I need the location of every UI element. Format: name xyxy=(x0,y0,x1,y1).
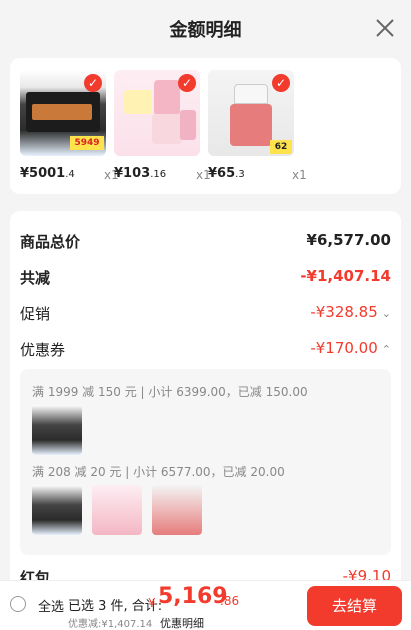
product-price: ¥103.16 xyxy=(114,166,167,181)
coupon-label: 优惠券 xyxy=(20,341,66,359)
check-icon: ✓ xyxy=(178,74,196,92)
price-tag: 62 xyxy=(270,140,292,154)
oven-mini-image xyxy=(32,485,82,535)
select-all-label[interactable]: 全选 xyxy=(38,596,64,615)
coupon-row[interactable]: 优惠券 -¥170.00 ⌃ xyxy=(20,339,391,363)
blender-product-image: ✓ xyxy=(114,70,200,156)
promo-row[interactable]: 促销 -¥328.85 ⌄ xyxy=(20,303,391,327)
close-icon[interactable] xyxy=(375,18,395,38)
chopper-mini-image xyxy=(152,485,202,535)
products-card: 5949 ✓ ¥5001.4 x1 ✓ ¥103.16 x1 62 ✓ ¥65.… xyxy=(10,58,401,194)
blender-mini-image xyxy=(92,485,142,535)
reduce-value: -¥1,407.14 xyxy=(300,267,391,285)
total-amount: 5,169 xyxy=(158,584,228,609)
chevron-up-icon: ⌃ xyxy=(381,343,391,356)
coupon-detail-box: 满 1999 减 150 元 | 小计 6399.00，已减 150.00 满 … xyxy=(20,369,391,555)
select-all-radio[interactable] xyxy=(10,596,26,612)
product-item[interactable]: 62 ✓ ¥65.3 x1 xyxy=(208,70,307,182)
reduce-row: 共减 -¥1,407.14 xyxy=(20,267,391,291)
goods-total-row: 商品总价 ¥6,577.00 xyxy=(20,231,391,255)
product-price: ¥5001.4 xyxy=(20,166,75,181)
oven-mini-image xyxy=(32,405,82,455)
promo-value: -¥328.85 ⌄ xyxy=(310,303,391,321)
chopper-product-image: 62 ✓ xyxy=(208,70,294,156)
checkout-button[interactable]: 去结算 xyxy=(307,586,402,626)
goods-total-value: ¥6,577.00 xyxy=(306,231,391,249)
price-tag: 5949 xyxy=(70,136,104,150)
coupon-value: -¥170.00 ⌃ xyxy=(310,339,391,357)
check-icon: ✓ xyxy=(272,74,290,92)
goods-total-label: 商品总价 xyxy=(20,233,81,251)
product-item[interactable]: 5949 ✓ ¥5001.4 x1 xyxy=(20,70,119,182)
page-title: 金额明细 xyxy=(169,20,242,41)
coupon-rule-1: 满 1999 减 150 元 | 小计 6399.00，已减 150.00 xyxy=(32,385,308,399)
total-decimal: .86 xyxy=(220,594,240,608)
product-qty: x1 xyxy=(292,168,307,182)
oven-product-image: 5949 ✓ xyxy=(20,70,106,156)
total-currency: ¥ xyxy=(148,596,156,610)
coupon-rule-2: 满 208 减 20 元 | 小计 6577.00，已减 20.00 xyxy=(32,465,285,479)
chevron-down-icon: ⌄ xyxy=(381,307,391,320)
promo-label: 促销 xyxy=(20,305,51,323)
checkout-bar: 全选 已选 3 件, 合计: ¥ 5,169 .86 优惠减:¥1,407.14… xyxy=(0,580,411,630)
check-icon: ✓ xyxy=(84,74,102,92)
product-price: ¥65.3 xyxy=(208,166,245,181)
reduce-label: 共减 xyxy=(20,269,51,287)
discount-summary: 优惠减:¥1,407.14 xyxy=(68,619,153,630)
product-item[interactable]: ✓ ¥103.16 x1 xyxy=(114,70,211,182)
discount-detail-link[interactable]: 优惠明细 xyxy=(160,615,204,630)
summary-card: 商品总价 ¥6,577.00 共减 -¥1,407.14 促销 -¥328.85… xyxy=(10,211,401,630)
header: 金额明细 xyxy=(0,0,411,58)
